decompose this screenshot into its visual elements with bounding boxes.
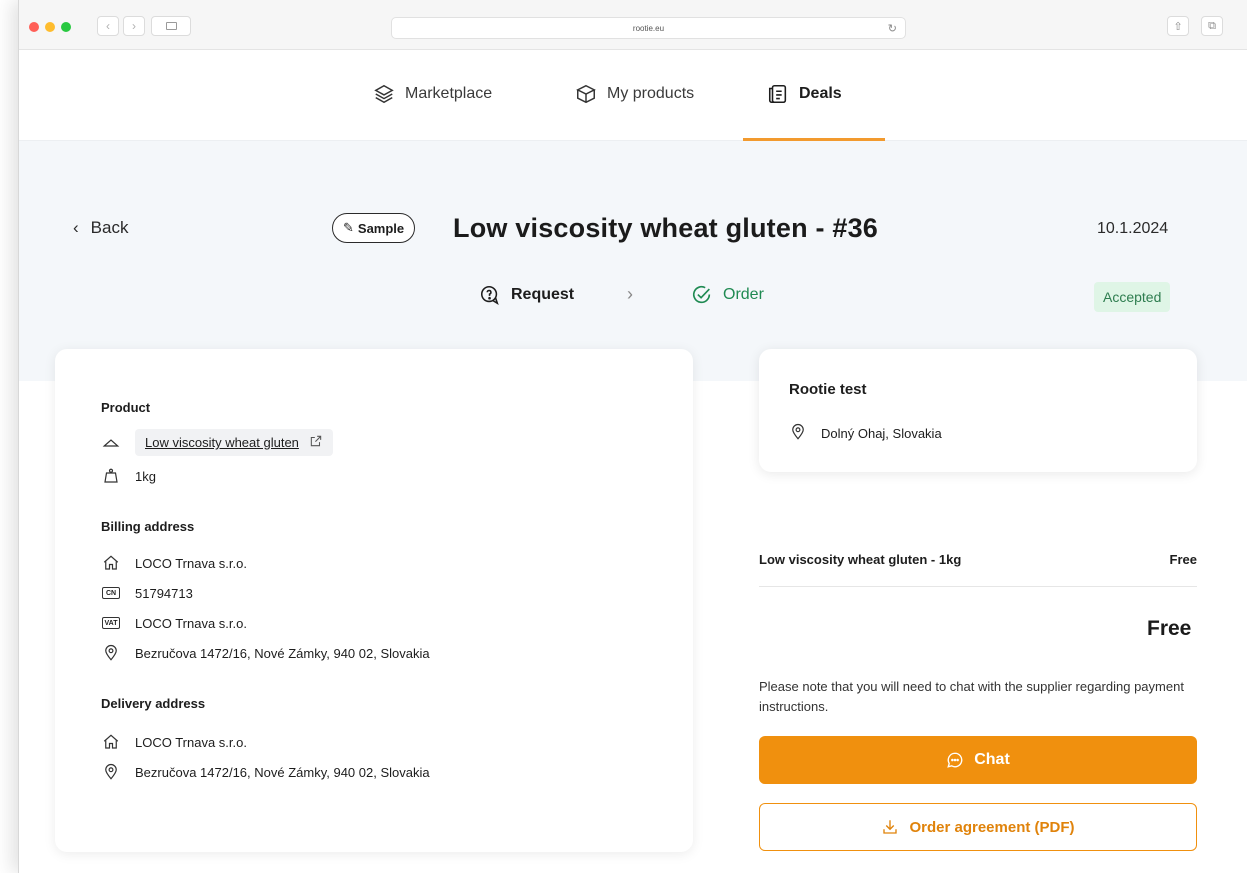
order-agreement-pdf-button[interactable]: Order agreement (PDF) [759, 803, 1197, 851]
browser-back-button[interactable]: ‹ [97, 16, 119, 36]
pencil-icon: ✎ [343, 220, 354, 235]
url-text: rootie.eu [632, 23, 665, 33]
nav-item-my-products[interactable]: My products [575, 83, 694, 105]
layers-icon [374, 84, 394, 104]
payment-note: Please note that you will need to chat w… [759, 679, 1184, 714]
deals-icon [768, 84, 787, 104]
step-order-label: Order [723, 286, 764, 303]
box-icon [576, 84, 596, 104]
share-button[interactable]: ⇧ [1167, 16, 1189, 36]
check-circle-icon [692, 285, 711, 304]
question-chat-icon [480, 285, 499, 306]
supplier-card: Rootie test Dolný Ohaj, Slovakia [759, 349, 1197, 472]
billing-company-row: LOCO Trnava s.r.o. [101, 554, 247, 572]
step-order[interactable]: Order [691, 284, 764, 306]
product-link-chip[interactable]: Low viscosity wheat gluten [135, 429, 333, 456]
summary-item-price: Free [1169, 552, 1197, 567]
summary-line-item: Low viscosity wheat gluten - 1kg Free [759, 552, 1197, 567]
status-badge: Accepted [1094, 282, 1171, 312]
summary-divider [759, 586, 1197, 587]
billing-address-row: Bezručova 1472/16, Nové Zámky, 940 02, S… [101, 644, 430, 662]
chevron-right-icon: › [627, 284, 633, 304]
quantity-value: 1kg [135, 468, 156, 484]
location-pin-icon [101, 763, 121, 781]
location-pin-icon [101, 644, 121, 662]
main-navigation: Marketplace My products Deals [19, 51, 1247, 141]
minimize-window-button[interactable] [45, 22, 55, 32]
maximize-window-button[interactable] [61, 22, 71, 32]
download-icon [883, 820, 898, 834]
summary-item-label: Low viscosity wheat gluten - 1kg [759, 552, 962, 567]
nav-label-deals: Deals [799, 85, 842, 102]
quantity-row: 1kg [101, 467, 156, 485]
summary-total: Free [1147, 617, 1192, 640]
billing-company: LOCO Trnava s.r.o. [135, 555, 247, 571]
chat-bubble-icon [947, 752, 963, 768]
reload-icon[interactable]: ↻ [888, 22, 897, 35]
step-request[interactable]: Request [479, 284, 574, 306]
page-title: Low viscosity wheat gluten - #36 [453, 213, 879, 243]
nav-label-marketplace: Marketplace [405, 85, 493, 102]
billing-vat: LOCO Trnava s.r.o. [135, 615, 247, 631]
billing-cn: 51794713 [135, 585, 193, 601]
window-controls [29, 22, 71, 32]
home-icon [101, 733, 121, 751]
supplier-name: Rootie test [789, 381, 867, 398]
vat-icon: VAT [101, 614, 121, 632]
delivery-company: LOCO Trnava s.r.o. [135, 734, 247, 750]
chat-button[interactable]: Chat [759, 736, 1197, 784]
product-link[interactable]: Low viscosity wheat gluten [145, 435, 299, 450]
order-agreement-label: Order agreement (PDF) [909, 818, 1075, 836]
close-window-button[interactable] [29, 22, 39, 32]
delivery-address-row: Bezručova 1472/16, Nové Zámky, 940 02, S… [101, 763, 430, 781]
location-pin-icon [789, 423, 807, 444]
external-link-icon [309, 434, 323, 451]
product-section-title: Product [101, 400, 151, 415]
deal-details-card: Product Low viscosity wheat gluten 1kg B… [55, 349, 693, 852]
company-number-icon: CN [101, 584, 121, 602]
address-bar[interactable]: rootie.eu ↻ [391, 17, 906, 39]
history-buttons: ‹ › [97, 16, 145, 36]
delivery-section-title: Delivery address [101, 696, 206, 711]
deal-header: ‹ Back ✎ Sample Low viscosity wheat glut… [19, 141, 1247, 381]
browser-window: ‹ › rootie.eu ↻ ⇧ ⧉ Marketplace My produ… [18, 0, 1247, 873]
billing-vat-row: VAT LOCO Trnava s.r.o. [101, 614, 247, 632]
nav-label-my-products: My products [607, 85, 695, 102]
billing-cn-row: CN 51794713 [101, 584, 193, 602]
back-label: Back [90, 218, 129, 237]
chevron-left-icon: ‹ [73, 218, 79, 237]
sample-tag: ✎ Sample [332, 213, 416, 243]
step-request-label: Request [511, 286, 575, 303]
sidebar-icon [165, 22, 177, 30]
billing-address: Bezručova 1472/16, Nové Zámky, 940 02, S… [135, 645, 430, 661]
deal-date: 10.1.2024 [1097, 220, 1169, 237]
home-icon [101, 554, 121, 572]
chat-button-label: Chat [974, 751, 1010, 768]
grain-icon [101, 434, 121, 452]
nav-item-deals[interactable]: Deals [767, 83, 842, 105]
delivery-company-row: LOCO Trnava s.r.o. [101, 733, 247, 751]
back-link[interactable]: ‹ Back [73, 218, 128, 238]
browser-toolbar: ‹ › rootie.eu ↻ ⇧ ⧉ [19, 0, 1247, 50]
product-row: Low viscosity wheat gluten [101, 429, 333, 456]
tabs-overview-button[interactable]: ⧉ [1201, 16, 1223, 36]
sample-tag-label: Sample [357, 220, 405, 236]
weight-icon [101, 467, 121, 485]
browser-forward-button[interactable]: › [123, 16, 145, 36]
delivery-address: Bezručova 1472/16, Nové Zámky, 940 02, S… [135, 764, 430, 780]
nav-item-marketplace[interactable]: Marketplace [373, 83, 492, 105]
supplier-location-row: Dolný Ohaj, Slovakia [789, 423, 942, 444]
billing-section-title: Billing address [101, 519, 195, 534]
sidebar-toggle-button[interactable] [151, 16, 191, 36]
supplier-location: Dolný Ohaj, Slovakia [821, 426, 942, 441]
